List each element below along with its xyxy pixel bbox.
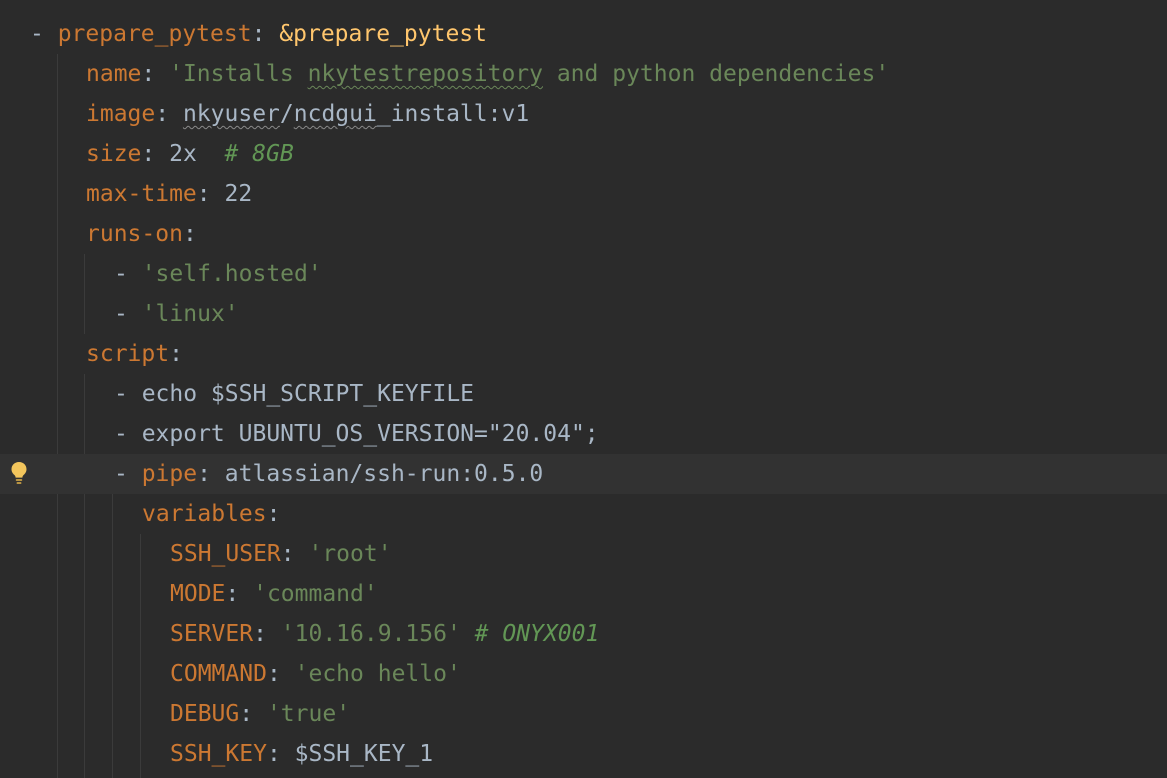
spelling-warning[interactable]: ncdgui — [294, 101, 377, 127]
code-line[interactable]: DEBUG: 'true' — [0, 694, 1167, 734]
code-line[interactable]: script: — [0, 334, 1167, 374]
spelling-warning[interactable]: nkytestrepository — [308, 61, 543, 87]
key-separator: : — [266, 741, 295, 767]
code-line[interactable]: MODE: 'command' — [0, 574, 1167, 614]
code-line[interactable]: SERVER: '10.16.9.156' # ONYX001 — [0, 614, 1167, 654]
key-separator: : — [155, 101, 183, 127]
key-separator: : — [253, 621, 281, 647]
yaml-key: script — [86, 341, 170, 367]
string-value: and python dependencies' — [542, 61, 890, 87]
key-separator: : — [239, 701, 267, 727]
yaml-key: MODE — [170, 581, 226, 607]
code-line[interactable]: size: 2x # 8GB — [0, 134, 1167, 174]
yaml-key: SSH_USER — [170, 541, 281, 567]
string-value: 'command' — [253, 581, 378, 607]
plain-value: atlassian/ssh-run:0.5.0 — [224, 461, 544, 487]
key-separator: : — [280, 541, 309, 567]
string-value: 'echo hello' — [294, 661, 461, 687]
list-dash: - — [114, 461, 142, 487]
code-editor[interactable]: - prepare_pytest: &prepare_pytest name: … — [0, 0, 1167, 778]
code-line[interactable]: name: 'Installs nkytestrepository and py… — [0, 54, 1167, 94]
string-value: 'linux' — [141, 301, 239, 327]
yaml-key: image — [86, 101, 156, 127]
comment: # ONYX001 — [474, 621, 600, 647]
string-value: 'Installs — [169, 61, 308, 87]
key-separator: : — [141, 61, 170, 87]
list-dash: - — [114, 261, 142, 287]
string-value: 'true' — [266, 701, 351, 727]
yaml-key: pipe — [141, 461, 198, 487]
code-line[interactable]: - 'linux' — [0, 294, 1167, 334]
key-separator: : — [197, 461, 225, 487]
yaml-key: variables — [142, 501, 267, 527]
plain-value: / — [279, 101, 294, 127]
spelling-warning[interactable]: nkyuser — [183, 101, 280, 127]
yaml-key: SSH_KEY — [170, 741, 267, 767]
list-dash: - — [30, 21, 58, 47]
code-line[interactable]: - 'self.hosted' — [0, 254, 1167, 294]
lightbulb-icon-svg — [11, 462, 27, 484]
yaml-key: runs-on — [86, 221, 183, 247]
plain-value: 22 — [224, 181, 253, 207]
code-line[interactable]: image: nkyuser/ncdgui_install:v1 — [0, 94, 1167, 134]
string-value: 'self.hosted' — [141, 261, 322, 287]
plain-value: - echo $SSH_SCRIPT_KEYFILE — [114, 381, 475, 407]
key-separator: : — [225, 581, 254, 607]
yaml-key: SERVER — [170, 621, 254, 647]
code-line[interactable]: SSH_USER: 'root' — [0, 534, 1167, 574]
code-line[interactable]: variables: — [0, 494, 1167, 534]
code-line[interactable]: COMMAND: 'echo hello' — [0, 654, 1167, 694]
plain-value: $SSH_KEY_1 — [294, 741, 434, 767]
comment: # 8GB — [224, 141, 294, 167]
plain-value: 2x — [169, 141, 225, 167]
code-line[interactable]: max-time: 22 — [0, 174, 1167, 214]
key-separator: : — [266, 661, 295, 687]
yaml-key: DEBUG — [170, 701, 240, 727]
string-value: '10.16.9.156' — [280, 621, 475, 647]
key-separator: : — [251, 21, 280, 47]
lightbulb-icon[interactable] — [10, 461, 28, 485]
key-separator: : — [196, 181, 225, 207]
code-line[interactable]: - export UBUNTU_OS_VERSION="20.04"; — [0, 414, 1167, 454]
key-separator: : — [266, 501, 281, 527]
yaml-key: COMMAND — [170, 661, 267, 687]
list-dash: - — [114, 301, 142, 327]
yaml-key: name — [86, 61, 142, 87]
string-value: 'root' — [308, 541, 392, 567]
key-separator: : — [182, 221, 197, 247]
key-separator: : — [169, 341, 183, 367]
code-line[interactable]: - prepare_pytest: &prepare_pytest — [0, 14, 1167, 54]
code-line[interactable]: SSH_KEY: $SSH_KEY_1 — [0, 734, 1167, 774]
code-line[interactable]: runs-on: — [0, 214, 1167, 254]
key-separator: : — [141, 141, 170, 167]
yaml-key: size — [86, 141, 142, 167]
yaml-key: prepare_pytest — [57, 21, 252, 47]
yaml-anchor: &prepare_pytest — [279, 21, 487, 47]
yaml-key: max-time — [86, 181, 197, 207]
code-line[interactable]: - echo $SSH_SCRIPT_KEYFILE — [0, 374, 1167, 414]
current-code-line[interactable]: - pipe: atlassian/ssh-run:0.5.0 — [0, 454, 1167, 494]
plain-value: - export UBUNTU_OS_VERSION="20.04"; — [114, 421, 599, 447]
plain-value: _install:v1 — [376, 101, 530, 127]
